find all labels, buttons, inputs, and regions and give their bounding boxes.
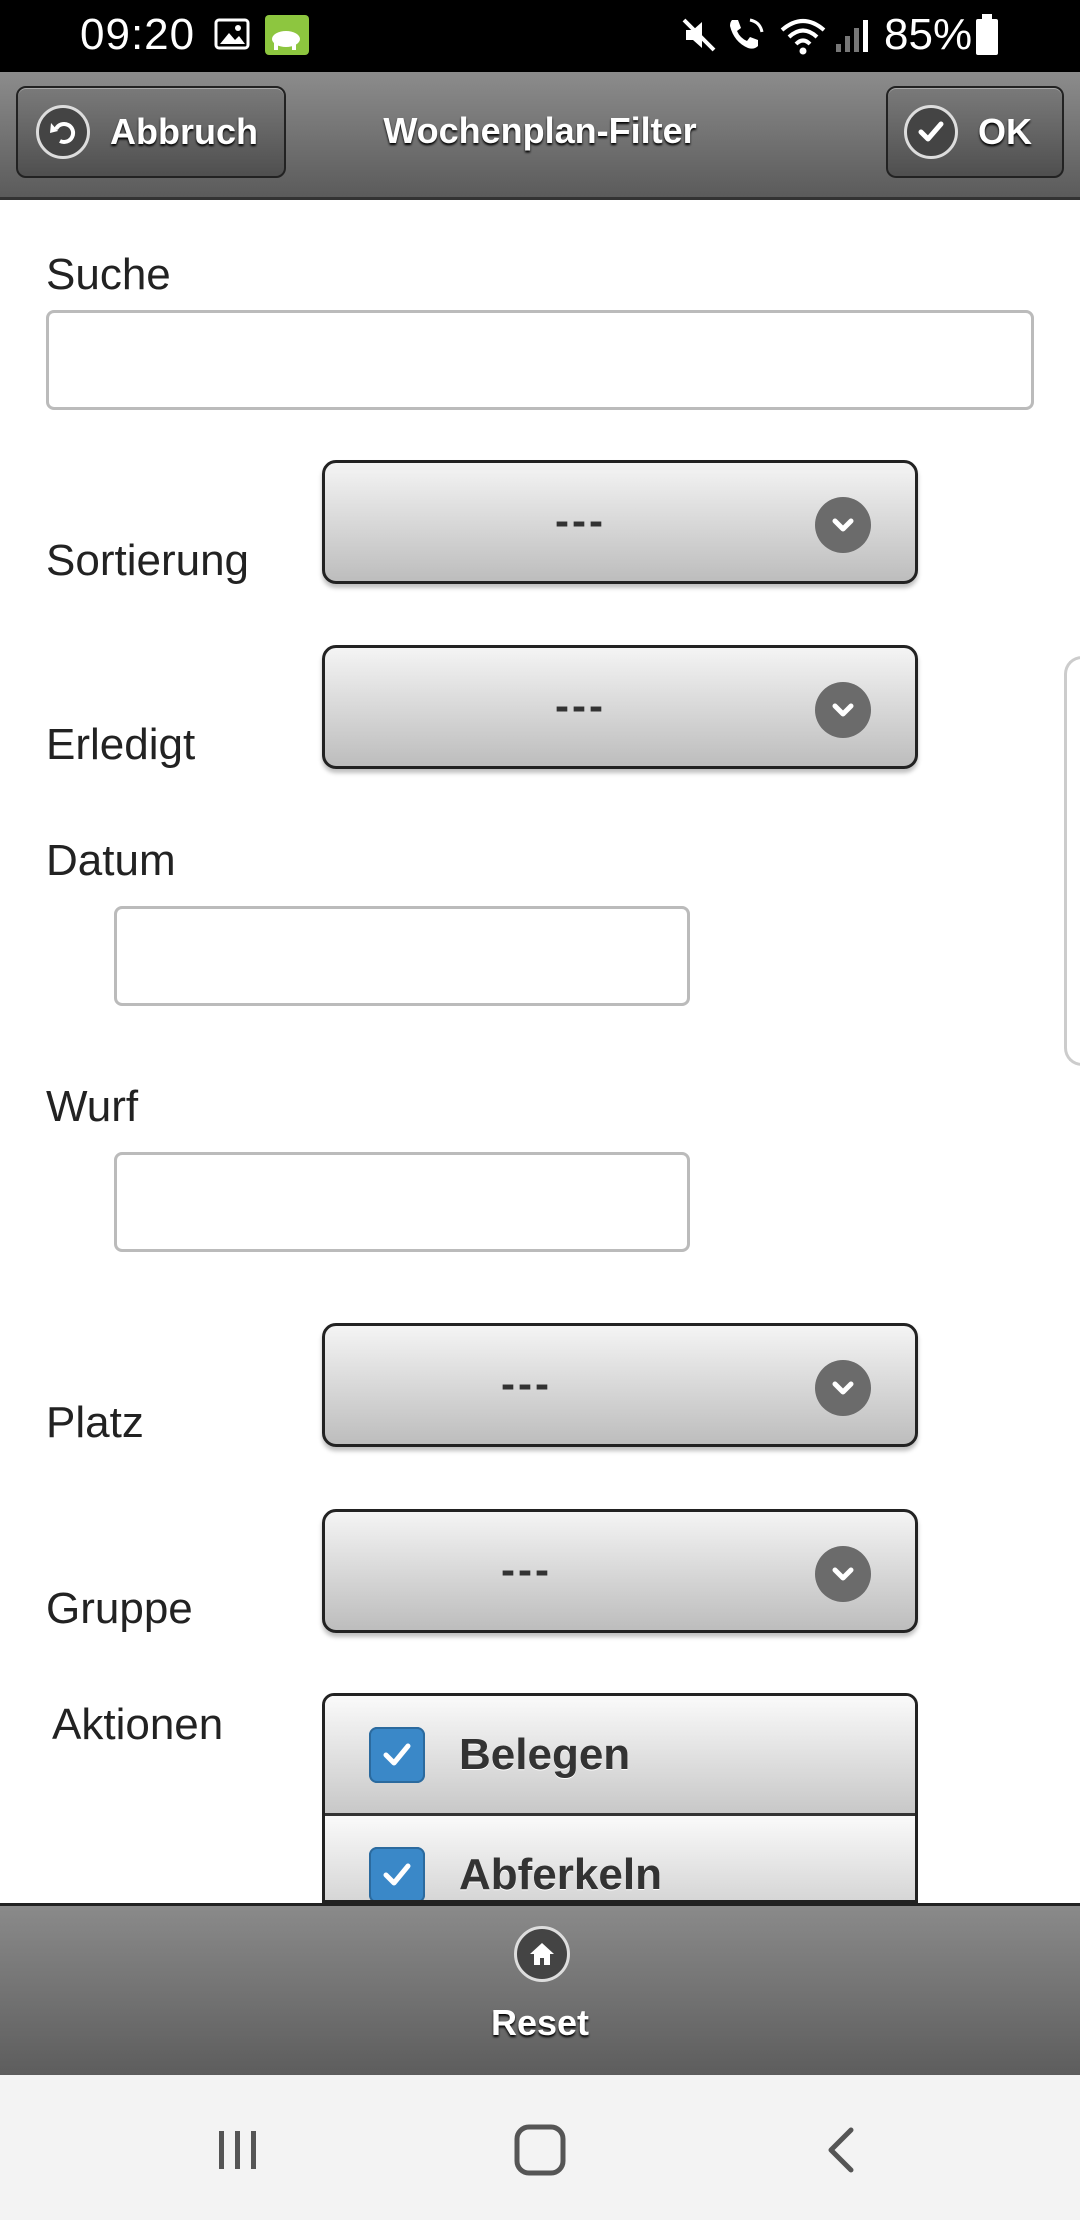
check-icon <box>904 105 958 159</box>
system-navigation-bar <box>0 2075 1080 2220</box>
group-label: Gruppe <box>46 1584 193 1633</box>
sort-select-value: --- <box>555 497 606 544</box>
sort-select[interactable]: --- <box>322 460 918 584</box>
app-notification-icon <box>264 14 310 61</box>
date-label: Datum <box>46 836 176 885</box>
action-item-abferkeln[interactable]: Abferkeln <box>325 1816 915 1900</box>
action-item-label: Belegen <box>459 1729 631 1779</box>
action-item-belegen[interactable]: Belegen <box>325 1696 915 1816</box>
sort-label: Sortierung <box>46 536 250 585</box>
status-time: 09:20 <box>80 10 196 59</box>
page-title: Wochenplan-Filter <box>383 110 697 151</box>
home-nav-icon[interactable] <box>500 2115 580 2185</box>
checkbox-checked-icon <box>369 1726 425 1783</box>
place-label: Platz <box>46 1398 144 1447</box>
recent-apps-icon[interactable] <box>198 2115 278 2185</box>
reset-button-label: Reset <box>490 2002 590 2043</box>
actions-checkbox-list: Belegen Abferkeln <box>322 1693 918 1903</box>
battery-percent: 85% <box>884 10 973 59</box>
header-bar: Abbruch Wochenplan-Filter OK <box>0 72 1080 200</box>
cancel-button[interactable]: Abbruch <box>16 86 286 178</box>
chevron-down-icon <box>815 682 871 738</box>
gallery-icon <box>214 16 250 57</box>
chevron-down-icon <box>815 497 871 553</box>
chevron-down-icon <box>815 1360 871 1416</box>
done-select[interactable]: --- <box>322 645 918 769</box>
cancel-button-label: Abbruch <box>110 111 258 152</box>
back-nav-icon[interactable] <box>802 2115 882 2185</box>
group-select[interactable]: --- <box>322 1509 918 1633</box>
place-select[interactable]: --- <box>322 1323 918 1447</box>
place-select-value: --- <box>501 1360 552 1407</box>
ok-button-label: OK <box>978 111 1032 152</box>
signal-icon <box>834 16 874 59</box>
mute-icon <box>680 16 718 59</box>
footer-bar: Reset <box>0 1903 1080 2075</box>
chevron-down-icon <box>815 1546 871 1602</box>
wifi-icon <box>778 16 828 61</box>
checkbox-checked-icon <box>369 1846 425 1900</box>
wifi-call-icon <box>724 16 766 59</box>
scroll-indicator[interactable] <box>1064 656 1080 1066</box>
litter-label: Wurf <box>46 1082 139 1131</box>
done-select-value: --- <box>555 682 606 729</box>
actions-label: Aktionen <box>52 1700 224 1749</box>
group-select-value: --- <box>501 1546 552 1593</box>
undo-icon <box>36 105 90 159</box>
ok-button[interactable]: OK <box>886 86 1064 178</box>
date-input[interactable] <box>114 906 690 1006</box>
search-input[interactable] <box>46 310 1034 410</box>
reset-button[interactable]: Reset <box>440 1916 640 2066</box>
litter-input[interactable] <box>114 1152 690 1252</box>
done-label: Erledigt <box>46 720 196 769</box>
battery-icon <box>974 14 1000 61</box>
search-label: Suche <box>46 250 171 299</box>
status-bar: 09:20 85% <box>0 0 1080 72</box>
action-item-label: Abferkeln <box>459 1849 662 1899</box>
home-icon <box>514 1926 570 1982</box>
